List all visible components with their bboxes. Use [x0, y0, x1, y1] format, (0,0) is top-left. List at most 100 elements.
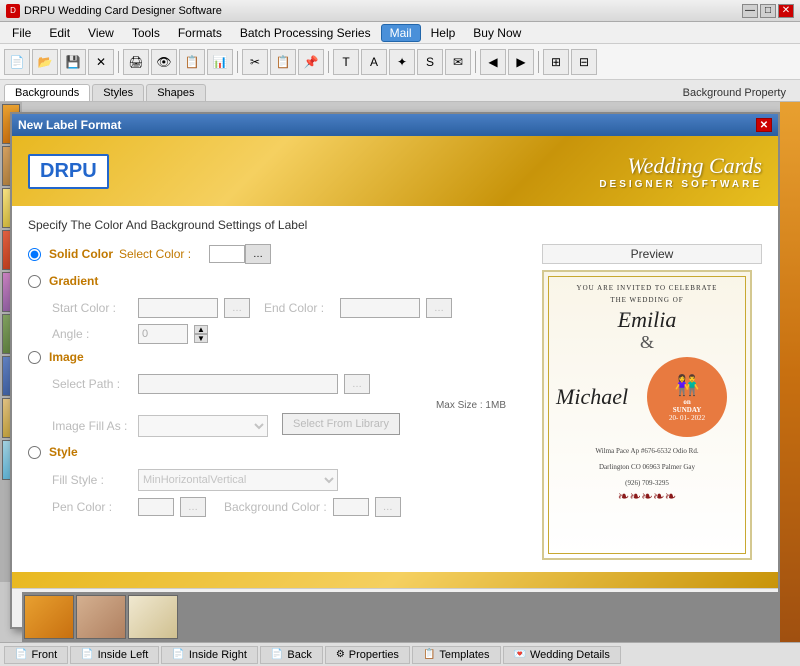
menu-file[interactable]: File: [4, 24, 39, 42]
tab-templates[interactable]: 📋 Templates: [412, 646, 501, 664]
max-size-note: Max Size : 1MB: [28, 400, 526, 411]
tb-btn12[interactable]: ✉: [445, 49, 471, 75]
menu-mail[interactable]: Mail: [381, 24, 421, 42]
preview-button[interactable]: 👁: [151, 49, 177, 75]
dialog-overlay: New Label Format ✕ DRPU Wedding Cards DE…: [10, 112, 800, 642]
properties-tab-label: Properties: [349, 649, 399, 661]
dialog-close-button[interactable]: ✕: [756, 118, 772, 132]
image-fill-select[interactable]: [138, 415, 268, 437]
tb-btn10[interactable]: ✦: [389, 49, 415, 75]
end-color-label: End Color :: [264, 301, 334, 315]
gradient-colors-row: Start Color : … End Color : …: [28, 298, 526, 318]
angle-input[interactable]: [138, 324, 188, 344]
tb-btn5[interactable]: ✂: [242, 49, 268, 75]
menu-help[interactable]: Help: [423, 24, 464, 42]
gradient-radio[interactable]: [28, 275, 41, 288]
style-label: Style: [49, 445, 119, 459]
tab-strip: Backgrounds Styles Shapes Background Pro…: [0, 80, 800, 102]
angle-up-btn[interactable]: ▲: [194, 325, 208, 334]
image-section: Image Select Path : … Max Size : 1MB Ima…: [28, 350, 526, 439]
front-tab-label: Front: [31, 649, 57, 661]
tab-properties[interactable]: ⚙ Properties: [325, 646, 410, 664]
open-button[interactable]: 📂: [32, 49, 58, 75]
start-color-label: Start Color :: [52, 301, 132, 315]
angle-down-btn[interactable]: ▼: [194, 334, 208, 343]
print-button[interactable]: 🖨: [123, 49, 149, 75]
solid-color-picker-btn[interactable]: …: [245, 244, 271, 264]
menu-formats[interactable]: Formats: [170, 24, 230, 42]
angle-spinner[interactable]: ▲ ▼: [194, 325, 208, 343]
thumbnail-2[interactable]: [76, 595, 126, 639]
tb-btn4[interactable]: 📊: [207, 49, 233, 75]
tab-front[interactable]: 📄 Front: [4, 646, 68, 664]
pen-color-box[interactable]: [138, 498, 174, 516]
thumbnail-1[interactable]: [24, 595, 74, 639]
save-button[interactable]: 💾: [60, 49, 86, 75]
image-fill-row: Image Fill As : Select From Library: [28, 413, 526, 439]
menu-batch[interactable]: Batch Processing Series: [232, 24, 379, 42]
tb-btn11[interactable]: S: [417, 49, 443, 75]
solid-color-box[interactable]: [209, 245, 245, 263]
templates-tab-label: Templates: [439, 649, 489, 661]
bg-color-picker-btn[interactable]: …: [375, 497, 401, 517]
back-tab-label: Back: [287, 649, 311, 661]
tab-inside-right[interactable]: 📄 Inside Right: [161, 646, 258, 664]
end-color-input[interactable]: [340, 298, 420, 318]
select-color-label: Select Color :: [119, 247, 209, 261]
image-radio[interactable]: [28, 351, 41, 364]
back-tab-icon: 📄: [271, 649, 283, 660]
fill-style-select[interactable]: MinHorizontalVertical: [138, 469, 338, 491]
delete-button[interactable]: ✕: [88, 49, 114, 75]
maximize-button[interactable]: □: [760, 4, 776, 18]
tb-btn3[interactable]: 📋: [179, 49, 205, 75]
tab-backgrounds[interactable]: Backgrounds: [4, 84, 90, 101]
menu-tools[interactable]: Tools: [124, 24, 168, 42]
preview-day-label: on: [683, 398, 690, 406]
separator-1: [118, 51, 119, 73]
menu-view[interactable]: View: [80, 24, 122, 42]
select-path-input[interactable]: [138, 374, 338, 394]
tb-btn14[interactable]: ▶: [508, 49, 534, 75]
main-area: New Label Format ✕ DRPU Wedding Cards DE…: [0, 102, 800, 642]
start-color-input[interactable]: [138, 298, 218, 318]
templates-tab-icon: 📋: [423, 649, 435, 660]
pen-color-picker-btn[interactable]: …: [180, 497, 206, 517]
image-option-row: Image: [28, 350, 526, 364]
select-from-library-btn[interactable]: Select From Library: [282, 413, 400, 435]
tab-styles[interactable]: Styles: [92, 84, 144, 101]
style-radio[interactable]: [28, 446, 41, 459]
gradient-section: Gradient Start Color : … End Color : …: [28, 274, 526, 344]
gradient-option-row: Gradient: [28, 274, 526, 288]
preview-name1: Emilia: [556, 308, 738, 332]
solid-color-radio[interactable]: [28, 248, 41, 261]
fill-style-label: Fill Style :: [52, 473, 132, 487]
tb-btn6[interactable]: 📋: [270, 49, 296, 75]
tab-wedding-details[interactable]: 💌 Wedding Details: [503, 646, 621, 664]
options-panel: Solid Color Select Color : … Gradient: [28, 244, 526, 560]
new-button[interactable]: 📄: [4, 49, 30, 75]
thumbnail-3[interactable]: [128, 595, 178, 639]
tb-btn16[interactable]: ⊟: [571, 49, 597, 75]
preview-panel: Preview YOU ARE INVITED TO CELEBRATE THE…: [542, 244, 762, 560]
separator-3: [328, 51, 329, 73]
wedding-details-tab-icon: 💌: [514, 649, 526, 660]
tb-btn8[interactable]: T: [333, 49, 359, 75]
minimize-button[interactable]: —: [742, 4, 758, 18]
menu-buynow[interactable]: Buy Now: [465, 24, 529, 42]
tab-shapes[interactable]: Shapes: [146, 84, 205, 101]
bg-color-box[interactable]: [333, 498, 369, 516]
close-button[interactable]: ✕: [778, 4, 794, 18]
pen-color-label: Pen Color :: [52, 500, 132, 514]
tb-btn13[interactable]: ◀: [480, 49, 506, 75]
menu-edit[interactable]: Edit: [41, 24, 78, 42]
tb-btn9[interactable]: A: [361, 49, 387, 75]
tb-btn7[interactable]: 📌: [298, 49, 324, 75]
preview-address1: Wilma Pace Ap #676-6532 Odio Rd.: [556, 447, 738, 457]
tab-back[interactable]: 📄 Back: [260, 646, 323, 664]
end-color-picker-btn[interactable]: …: [426, 298, 452, 318]
preview-day: SUNDAY: [673, 406, 702, 414]
tb-btn15[interactable]: ⊞: [543, 49, 569, 75]
tab-inside-left[interactable]: 📄 Inside Left: [70, 646, 159, 664]
browse-path-btn[interactable]: …: [344, 374, 370, 394]
start-color-picker-btn[interactable]: …: [224, 298, 250, 318]
